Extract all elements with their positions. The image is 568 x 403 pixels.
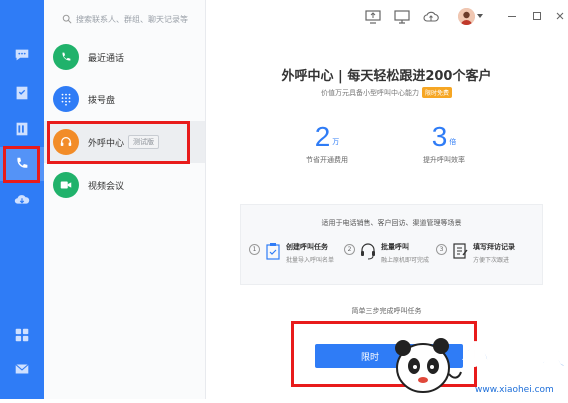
phone-history-icon	[53, 44, 79, 70]
screen-share-icon	[365, 10, 381, 24]
step-create-task: 1 创建呼叫任务 批量导入呼叫名单	[249, 242, 334, 272]
rail-apps-button[interactable]	[0, 318, 44, 352]
step-desc: 方便下次跟进	[473, 257, 510, 264]
step-number: 3	[436, 244, 447, 255]
watermark-logo: 小黑游戏 www.xiaohei.com	[383, 326, 568, 399]
headset-icon	[360, 242, 376, 260]
list-item-label: 最近通话	[88, 53, 125, 64]
app-window: 搜索联系人、群组、聊天记录等 最近通话 拨号盘 外呼中心 测试版 视频会议 外呼…	[0, 0, 568, 399]
step-title: 填写拜访记录	[473, 243, 515, 251]
step-desc: 批量导入呼叫名单	[286, 257, 335, 264]
close-button[interactable]	[553, 9, 567, 23]
list-item-dialpad[interactable]: 拨号盘	[44, 78, 205, 120]
screen-share-button[interactable]	[365, 9, 381, 24]
top-bar	[205, 0, 568, 34]
list-item-label: 视频会议	[88, 181, 125, 192]
pencil-note-icon	[452, 242, 468, 260]
rail-mail-button[interactable]	[0, 352, 44, 386]
video-icon	[53, 172, 79, 198]
watermark-brand: 小黑游戏	[463, 341, 567, 371]
subtitle-row: 价值万元具备小型呼叫中心能力 限时免费	[205, 87, 568, 98]
step-number: 1	[249, 244, 260, 255]
scenario-card: 适用于电话销售、客户回访、渠道管理等场景 1 创建呼叫任务 批量导入呼叫名单 2…	[240, 204, 543, 285]
annotation-box-phone	[3, 146, 40, 183]
step-title: 创建呼叫任务	[286, 243, 328, 251]
stat-unit: 万	[332, 138, 340, 146]
stat-value: 3	[431, 121, 448, 152]
minimize-icon	[508, 15, 516, 17]
list-item-video-meeting[interactable]: 视频会议	[44, 164, 205, 206]
monitor-icon	[394, 10, 410, 24]
list-item-label: 拨号盘	[88, 95, 116, 106]
task-icon	[16, 86, 28, 100]
free-tag: 限时免费	[421, 87, 452, 98]
stat-caption: 节省开通费用	[306, 156, 348, 164]
step-title: 批量呼叫	[381, 243, 409, 251]
step-desc: 融上原机即可完成	[381, 257, 430, 264]
chat-icon	[15, 49, 29, 61]
maximize-icon	[533, 12, 541, 20]
close-icon	[556, 12, 564, 20]
search-icon	[62, 14, 72, 24]
annotation-box-outbound	[47, 121, 190, 164]
search-box[interactable]: 搜索联系人、群组、聊天记录等	[62, 12, 210, 26]
mail-icon	[15, 364, 29, 374]
feature-list-panel: 搜索联系人、群组、聊天记录等 最近通话 拨号盘 外呼中心 测试版 视频会议	[44, 0, 206, 399]
apps-grid-icon	[15, 328, 29, 342]
avatar-image	[458, 8, 475, 25]
chevron-down-icon[interactable]	[477, 14, 483, 18]
stat-unit: 倍	[449, 138, 457, 146]
contacts-book-icon	[16, 122, 28, 136]
page-title: 外呼中心 | 每天轻松跟进200个客户	[281, 69, 492, 84]
avatar[interactable]	[458, 8, 475, 25]
stat-value: 2	[314, 121, 331, 152]
panda-mascot-icon: 小黑游戏 www.xiaohei.com	[395, 338, 568, 395]
maximize-button[interactable]	[530, 9, 544, 23]
stat-efficiency: 3倍 提升呼叫效率	[384, 121, 504, 165]
list-item-recent-calls[interactable]: 最近通话	[44, 36, 205, 78]
dialpad-icon	[53, 86, 79, 112]
step-batch-call: 2 批量呼叫 融上原机即可完成	[344, 242, 429, 272]
minimize-button[interactable]	[505, 9, 519, 23]
cloud-upload-button[interactable]	[423, 9, 439, 23]
steps-hint: 简单三步完成呼叫任务	[351, 307, 422, 315]
cloud-download-icon	[14, 195, 30, 204]
clipboard-check-icon	[265, 242, 281, 260]
rail-messages-button[interactable]	[0, 38, 44, 72]
rail-cloud-button[interactable]	[0, 183, 44, 217]
card-heading: 适用于电话销售、客户回访、渠道管理等场景	[321, 219, 462, 227]
subtitle: 价值万元具备小型呼叫中心能力	[320, 89, 419, 97]
cloud-upload-icon	[423, 11, 439, 22]
search-placeholder: 搜索联系人、群组、聊天记录等	[76, 14, 188, 24]
stat-caption: 提升呼叫效率	[423, 156, 465, 164]
step-number: 2	[344, 244, 355, 255]
stat-cost-saving: 2万 节省开通费用	[267, 121, 387, 165]
step-visit-record: 3 填写拜访记录 方便下次跟进	[436, 242, 515, 272]
monitor-button[interactable]	[394, 9, 410, 24]
left-rail	[0, 0, 44, 399]
rail-tasks-button[interactable]	[0, 76, 44, 110]
watermark-url: www.xiaohei.com	[475, 385, 554, 395]
rail-contacts-button[interactable]	[0, 112, 44, 146]
